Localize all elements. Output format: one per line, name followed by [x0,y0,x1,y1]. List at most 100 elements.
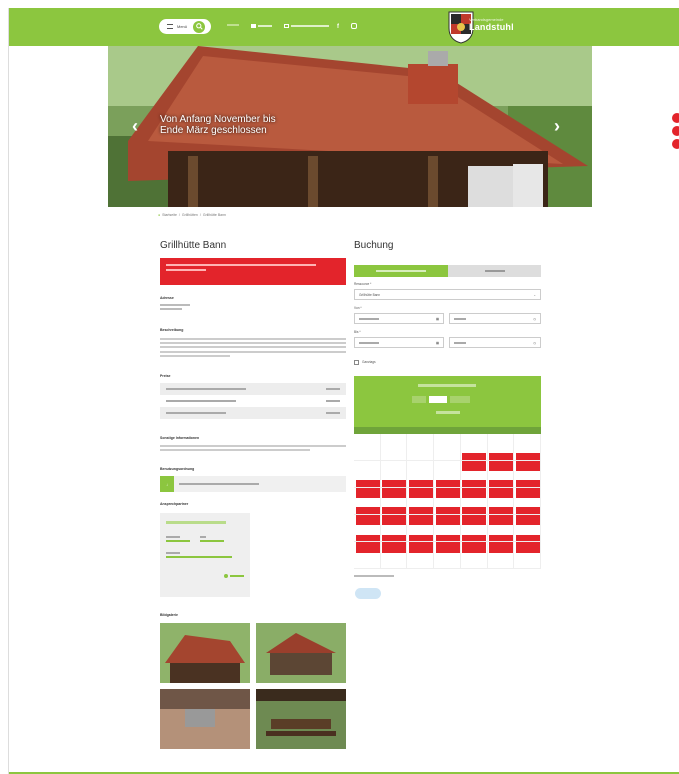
calendar-day-cell[interactable] [514,434,541,461]
calendar-prev-button[interactable] [412,396,426,403]
image-gallery [160,623,346,750]
breadcrumb-item[interactable]: Grillhütten [182,213,198,217]
usage-rules-download[interactable]: ↓ [160,476,346,492]
nav-link-3[interactable] [284,24,329,28]
booking-title: Buchung [354,240,394,251]
instagram-icon[interactable] [351,23,357,29]
calendar-day-cell[interactable] [487,515,515,542]
contact-card [160,513,250,597]
calendar-day-cell[interactable] [460,515,488,542]
calendar-day-cell[interactable] [407,542,435,569]
side-action-1[interactable] [672,113,679,123]
calendar-day-cell[interactable] [460,461,488,488]
resource-select[interactable]: Grillhütte Bann ⌄ [354,289,541,300]
breadcrumb-item[interactable]: Startseite [162,213,177,217]
calendar-day-cell[interactable] [407,515,435,542]
calendar-day-cell[interactable] [407,434,435,461]
site-header: Menü f Verbandsgemeinde Landstuhl [9,8,679,46]
calendar-day-cell[interactable] [434,434,461,461]
search-icon[interactable] [193,20,206,33]
nav-link-1[interactable] [227,24,239,26]
calendar-day-cell[interactable] [380,488,408,515]
side-action-3[interactable] [672,139,679,149]
download-icon: ↓ [160,476,174,492]
calendar-day-cell[interactable] [487,461,515,488]
to-time-input[interactable]: ◷ [449,337,541,348]
calendar-day-cell[interactable] [487,488,515,515]
hero-slider[interactable]: ‹ › Von Anfang November bis Ende März ge… [108,46,592,207]
calendar-day-cell[interactable] [514,515,541,542]
location-pin-icon: ● [158,213,161,217]
required-note [354,574,394,578]
calendar-day-cell[interactable] [380,461,408,488]
description-label: Beschreibung [160,328,184,332]
slider-prev-button[interactable]: ‹ [132,116,138,137]
calendar-day-cell[interactable] [354,461,381,488]
more-info-label: Sonstige Informationen [160,436,200,440]
to-label: Bis * [354,330,361,334]
calendar-day-cell[interactable] [514,461,541,488]
calendar-day-cell[interactable] [354,542,381,569]
submit-button[interactable] [355,588,381,599]
calendar-day-cell[interactable] [407,488,435,515]
prices-table [160,383,346,419]
calendar-day-cell[interactable] [487,434,515,461]
clock-icon: ◷ [533,316,536,321]
calendar-day-cell[interactable] [487,542,515,569]
page-frame: Menü f Verbandsgemeinde Landstuhl ‹ › Vo… [8,8,679,774]
side-action-2[interactable] [672,126,679,136]
nav-link-2[interactable] [251,24,272,28]
gallery-thumb-1[interactable] [160,623,250,683]
page-title: Grillhütte Bann [160,240,227,251]
table-row [160,407,346,419]
logo-text: Verbandsgemeinde Landstuhl [469,17,514,32]
prices-label: Preise [160,374,171,378]
facebook-icon[interactable]: f [337,24,339,30]
description-text [160,338,346,357]
calendar-day-cell[interactable] [434,542,461,569]
contact-icon [284,24,289,28]
to-date-input[interactable]: ▦ [354,337,444,348]
tab-reservation[interactable] [448,265,541,277]
calendar-day-cell[interactable] [460,542,488,569]
gallery-thumb-4[interactable] [256,689,346,749]
resource-label: Ressource * [354,282,372,286]
calendar-day-cell[interactable] [434,461,461,488]
calendar-day-cell[interactable] [460,434,488,461]
calendar-day-cell[interactable] [407,461,435,488]
calendar-day-cell[interactable] [354,488,381,515]
calendar-day-cell[interactable] [514,488,541,515]
tab-booking-request[interactable] [354,265,448,277]
breadcrumb: ● Startseite / Grillhütten / Grillhütte Ba… [158,213,226,217]
chevron-down-icon: ⌄ [533,292,536,297]
calendar-next-button[interactable] [450,396,470,403]
ganztags-checkbox[interactable] [354,360,359,365]
calendar-day-cell[interactable] [354,434,381,461]
gallery-thumb-3[interactable] [160,689,250,749]
menu-label[interactable]: Menü [177,24,187,29]
calendar-day-cell[interactable] [380,542,408,569]
slider-next-button[interactable]: › [554,116,560,137]
menu-search-pill[interactable]: Menü [159,19,211,34]
availability-calendar [354,376,541,569]
address-label: Adresse [160,296,174,300]
calendar-day-cell[interactable] [354,515,381,542]
table-row [160,383,346,395]
info-icon [224,574,228,578]
from-date-input[interactable]: ▦ [354,313,444,324]
gallery-thumb-2[interactable] [256,623,346,683]
hero-caption: Von Anfang November bis Ende März geschl… [160,114,276,136]
calendar-day-cell[interactable] [434,515,461,542]
calendar-day-cell[interactable] [380,515,408,542]
calendar-day-cell[interactable] [434,488,461,515]
calendar-day-cell[interactable] [514,542,541,569]
hamburger-icon[interactable] [167,24,173,29]
calendar-day-cell[interactable] [380,434,408,461]
breadcrumb-item: Grillhütte Bann [202,213,226,217]
address-text [160,304,346,310]
from-time-input[interactable]: ◷ [449,313,541,324]
calendar-today-button[interactable] [429,396,447,403]
gallery-label: Bildgalerie [160,613,178,617]
calendar-day-cell[interactable] [460,488,488,515]
clock-icon: ◷ [533,340,536,345]
